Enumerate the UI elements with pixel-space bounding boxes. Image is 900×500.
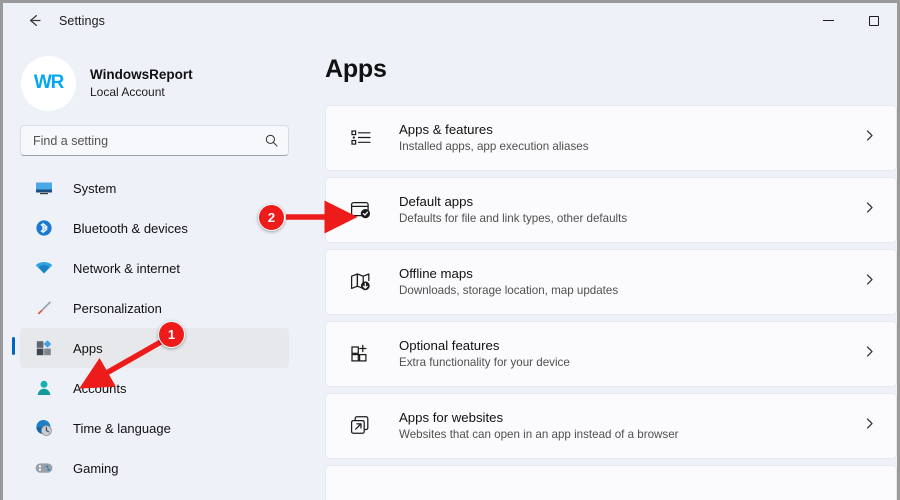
chevron-right-icon — [863, 201, 876, 219]
sidebar-nav: System Bluetooth & devices — [3, 168, 315, 488]
maximize-icon — [869, 16, 879, 26]
card-subtitle: Installed apps, app execution aliases — [399, 139, 863, 156]
sidebar-item-label: Accounts — [73, 381, 126, 396]
search-box[interactable] — [20, 125, 289, 156]
apps-grid-icon — [34, 338, 54, 358]
card-subtitle: Downloads, storage location, map updates — [399, 283, 863, 300]
map-download-icon — [348, 269, 374, 295]
grid-plus-icon — [348, 341, 374, 367]
sidebar-item-gaming[interactable]: Gaming — [20, 448, 289, 488]
card-text: Apps & features Installed apps, app exec… — [399, 120, 863, 156]
card-title: Default apps — [399, 192, 863, 211]
chevron-right-icon — [863, 417, 876, 435]
sidebar-item-label: Personalization — [73, 301, 162, 316]
card-apps-and-features[interactable]: Apps & features Installed apps, app exec… — [325, 105, 897, 171]
card-optional-features[interactable]: Optional features Extra functionality fo… — [325, 321, 897, 387]
card-title: Apps for websites — [399, 408, 863, 427]
card-title: Apps & features — [399, 120, 863, 139]
default-apps-checkmark-icon — [348, 197, 374, 223]
monitor-icon — [34, 178, 54, 198]
card-partial-bottom[interactable] — [325, 465, 897, 500]
card-text: Default apps Defaults for file and link … — [399, 192, 863, 228]
search-icon — [264, 133, 279, 148]
chevron-right-icon — [863, 273, 876, 291]
card-title: Offline maps — [399, 264, 863, 283]
card-subtitle: Defaults for file and link types, other … — [399, 211, 863, 228]
gamepad-icon — [34, 458, 54, 478]
minimize-button[interactable] — [805, 3, 851, 38]
sidebar-item-personalization[interactable]: Personalization — [20, 288, 289, 328]
title-bar: Settings — [3, 3, 897, 38]
sidebar-item-label: Apps — [73, 341, 103, 356]
search-input[interactable] — [33, 134, 264, 148]
card-title: Optional features — [399, 336, 863, 355]
account-type: Local Account — [90, 84, 193, 101]
settings-card-list: Apps & features Installed apps, app exec… — [315, 105, 897, 500]
maximize-button[interactable] — [851, 3, 897, 38]
chevron-right-icon — [863, 129, 876, 147]
sidebar: WR WindowsReport Local Account — [3, 38, 315, 500]
paintbrush-icon — [34, 298, 54, 318]
card-apps-for-websites[interactable]: Apps for websites Websites that can open… — [325, 393, 897, 459]
sidebar-item-network-internet[interactable]: Network & internet — [20, 248, 289, 288]
bulleted-list-icon — [348, 125, 374, 151]
back-arrow-icon — [26, 12, 43, 29]
card-offline-maps[interactable]: Offline maps Downloads, storage location… — [325, 249, 897, 315]
account-section[interactable]: WR WindowsReport Local Account — [3, 38, 315, 112]
card-text: Apps for websites Websites that can open… — [399, 408, 863, 444]
sidebar-item-label: Bluetooth & devices — [73, 221, 188, 236]
account-name: WindowsReport — [90, 65, 193, 85]
person-icon — [34, 378, 54, 398]
sidebar-item-label: Time & language — [73, 421, 171, 436]
sidebar-item-accounts[interactable]: Accounts — [20, 368, 289, 408]
account-info: WindowsReport Local Account — [90, 65, 193, 102]
settings-window: Settings WR WindowsReport Local Account — [3, 3, 897, 500]
chevron-right-icon — [863, 345, 876, 363]
external-link-icon — [348, 413, 374, 439]
sidebar-item-label: Network & internet — [73, 261, 180, 276]
sidebar-item-apps[interactable]: Apps — [20, 328, 289, 368]
sidebar-item-system[interactable]: System — [20, 168, 289, 208]
main-content: Apps Apps & features Installed apps, app… — [315, 38, 897, 500]
card-subtitle: Websites that can open in an app instead… — [399, 427, 863, 444]
window-title: Settings — [59, 14, 105, 28]
card-subtitle: Extra functionality for your device — [399, 355, 863, 372]
bluetooth-icon — [34, 218, 54, 238]
page-title: Apps — [315, 38, 897, 84]
sidebar-item-bluetooth-devices[interactable]: Bluetooth & devices — [20, 208, 289, 248]
sidebar-item-time-language[interactable]: Time & language — [20, 408, 289, 448]
back-button[interactable] — [17, 7, 51, 35]
card-default-apps[interactable]: Default apps Defaults for file and link … — [325, 177, 897, 243]
card-text: Optional features Extra functionality fo… — [399, 336, 863, 372]
search-section — [3, 112, 315, 156]
window-controls — [805, 3, 897, 38]
card-text: Offline maps Downloads, storage location… — [399, 264, 863, 300]
clock-globe-icon — [34, 418, 54, 438]
wifi-icon — [34, 258, 54, 278]
minimize-icon — [823, 20, 834, 21]
video-playback-icon — [348, 485, 374, 500]
sidebar-item-label: System — [73, 181, 116, 196]
avatar: WR — [21, 56, 76, 111]
sidebar-item-label: Gaming — [73, 461, 119, 476]
avatar-initials: WR — [34, 72, 63, 94]
